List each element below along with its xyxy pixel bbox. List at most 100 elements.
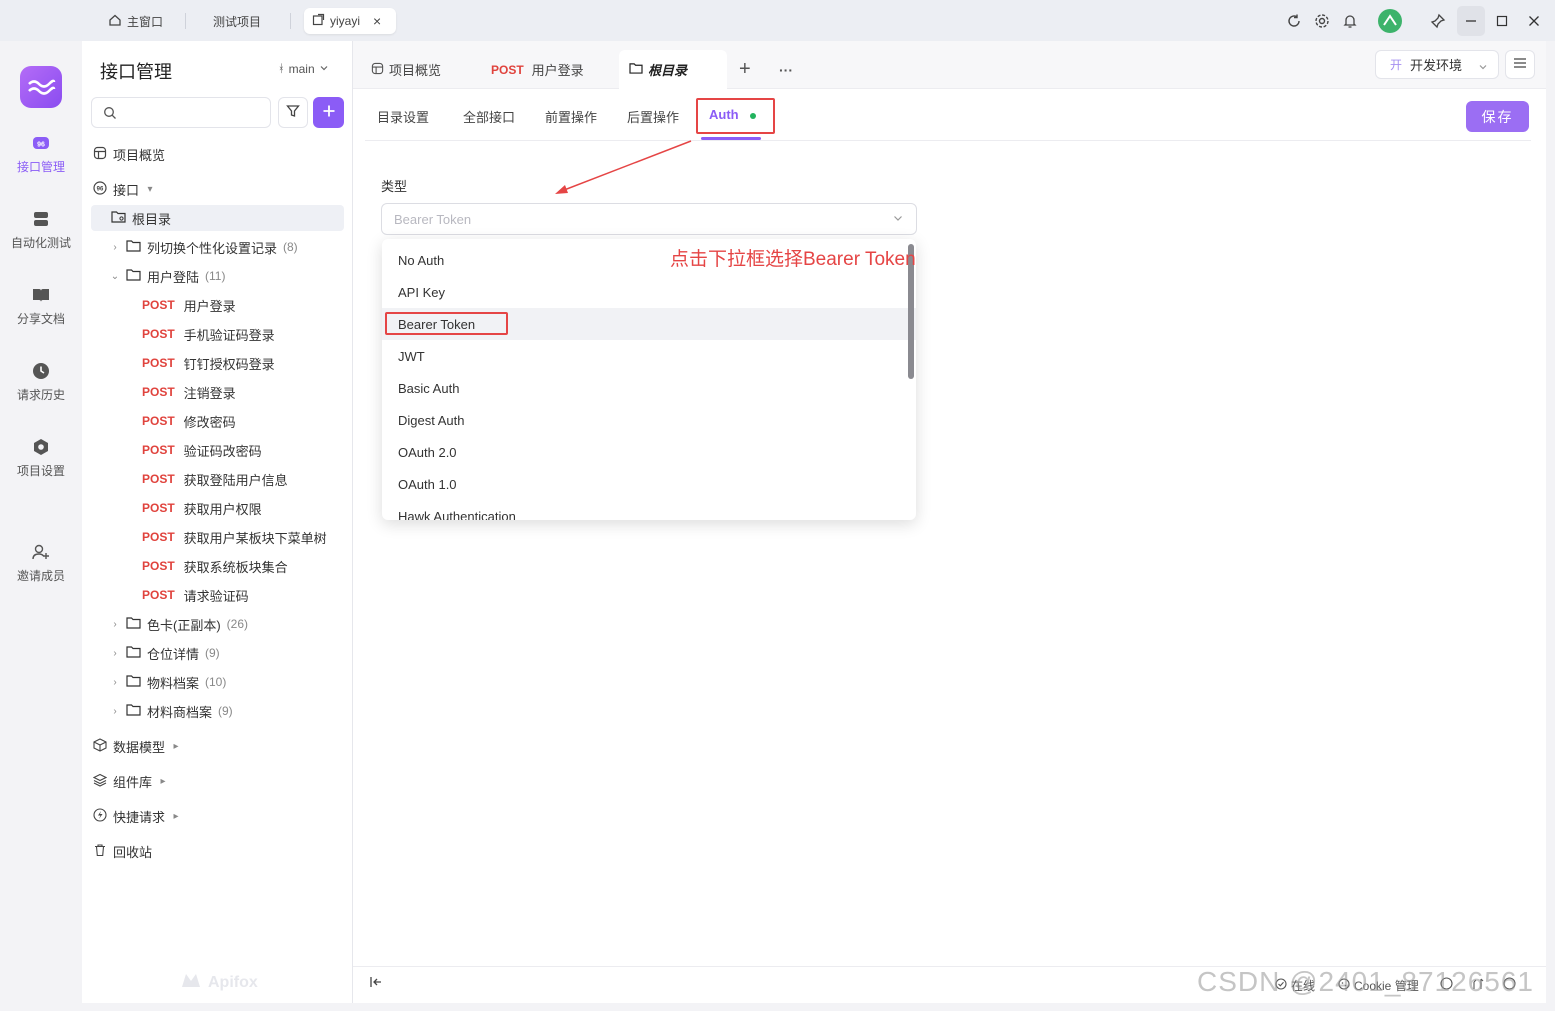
- save-button[interactable]: 保存: [1466, 101, 1529, 132]
- option-jwt[interactable]: JWT: [382, 340, 916, 372]
- folder-label: 列切换个性化设置记录: [147, 240, 278, 256]
- tab-label: 根目录: [648, 63, 688, 78]
- apifox-logo-icon: [20, 66, 62, 108]
- tab-label: 项目概览: [389, 63, 442, 78]
- divider: [365, 140, 1531, 141]
- pin-icon[interactable]: [1428, 11, 1448, 31]
- menu-button[interactable]: [1505, 50, 1535, 79]
- endpoint-item[interactable]: POST 用户登录: [142, 292, 236, 318]
- option-api-key[interactable]: API Key: [382, 276, 916, 308]
- tree-item-project-overview[interactable]: 项目概览: [93, 141, 165, 167]
- endpoint-label: 钉钉授权码登录: [183, 356, 275, 372]
- rail-item-share-docs[interactable]: 分享文档: [0, 285, 82, 327]
- endpoint-item[interactable]: POST 验证码改密码: [142, 437, 262, 463]
- endpoint-item[interactable]: POST 注销登录: [142, 379, 236, 405]
- option-digest-auth[interactable]: Digest Auth: [382, 404, 916, 436]
- endpoint-item[interactable]: POST 获取系统板块集合: [142, 553, 288, 579]
- subtab-dir-settings[interactable]: 目录设置: [377, 107, 429, 126]
- tree-label: 根目录: [132, 211, 172, 227]
- rail-label: 请求历史: [16, 388, 65, 402]
- tree-folder[interactable]: › 材料商档案 (9): [110, 698, 232, 724]
- sidebar-title: 接口管理: [100, 62, 172, 82]
- endpoint-item[interactable]: POST 获取用户某板块下菜单树: [142, 524, 327, 550]
- more-tabs-button[interactable]: ···: [769, 50, 803, 89]
- avatar[interactable]: [1378, 9, 1402, 33]
- collapse-sidebar-icon[interactable]: [369, 975, 383, 989]
- option-oauth2[interactable]: OAuth 2.0: [382, 436, 916, 468]
- select-placeholder: Bearer Token: [394, 211, 472, 227]
- tree-section-trash[interactable]: 回收站: [93, 838, 152, 864]
- tree-section-quick-request[interactable]: 快捷请求 ▸: [93, 803, 181, 829]
- auth-type-select[interactable]: Bearer Token: [381, 203, 917, 235]
- tree-item-root[interactable]: 根目录: [91, 205, 344, 231]
- trash-icon: [93, 843, 107, 860]
- option-hawk-auth[interactable]: Hawk Authentication: [382, 500, 916, 521]
- filter-button[interactable]: [278, 97, 308, 128]
- subtab-post-actions[interactable]: 后置操作: [627, 107, 679, 126]
- folder-icon: [111, 210, 126, 226]
- apifox-brand: Apifox: [180, 971, 258, 994]
- tree-label: 项目概览: [113, 147, 166, 163]
- rail-item-automation[interactable]: 自动化测试: [0, 209, 82, 251]
- method-badge: POST: [491, 62, 524, 77]
- folder-count: (8): [283, 240, 298, 254]
- option-basic-auth[interactable]: Basic Auth: [382, 372, 916, 404]
- hamburger-icon: [1513, 57, 1527, 72]
- subtab-pre-actions[interactable]: 前置操作: [545, 107, 597, 126]
- subtab-all-apis[interactable]: 全部接口: [463, 107, 515, 126]
- rail-item-invite[interactable]: 邀请成员: [0, 542, 82, 584]
- annotation-highlight-box: [696, 98, 775, 134]
- tab-main-window[interactable]: 主窗口: [100, 8, 171, 34]
- window-close-icon[interactable]: [1524, 11, 1544, 31]
- rail-item-api-management[interactable]: 96 接口管理: [0, 133, 82, 175]
- svg-text:96: 96: [37, 142, 45, 149]
- chevron-down-icon: [892, 212, 904, 227]
- tab-yiyayi[interactable]: yiyayi ×: [304, 8, 396, 34]
- method-badge: POST: [142, 443, 175, 457]
- tab-root[interactable]: 根目录: [619, 50, 727, 89]
- branch-selector[interactable]: ᚼ main: [278, 62, 329, 76]
- folder-icon: [126, 268, 141, 284]
- refresh-icon[interactable]: [1284, 11, 1304, 31]
- environment-selector[interactable]: 开 开发环境: [1375, 50, 1499, 79]
- home-icon: [108, 13, 122, 30]
- search-input[interactable]: [91, 97, 271, 128]
- option-oauth1[interactable]: OAuth 1.0: [382, 468, 916, 500]
- divider: [185, 13, 186, 29]
- caret-down-icon: ▾: [147, 183, 153, 195]
- maximize-icon[interactable]: [1492, 11, 1512, 31]
- tab-user-login[interactable]: POST 用户登录: [481, 50, 594, 89]
- endpoint-item[interactable]: POST 钉钉授权码登录: [142, 350, 275, 376]
- tab-project-overview[interactable]: 项目概览: [361, 50, 451, 89]
- endpoint-item[interactable]: POST 修改密码: [142, 408, 236, 434]
- folder-icon: [126, 645, 141, 661]
- api-small-icon: 96: [93, 180, 107, 198]
- tab-label: 主窗口: [127, 14, 164, 29]
- endpoint-item[interactable]: POST 获取登陆用户信息: [142, 466, 288, 492]
- endpoint-item[interactable]: POST 获取用户权限: [142, 495, 262, 521]
- tree-folder[interactable]: › 物料档案 (10): [110, 669, 226, 695]
- tree-section-components[interactable]: 组件库 ▸: [92, 768, 168, 794]
- bell-icon[interactable]: [1340, 11, 1360, 31]
- endpoint-item[interactable]: POST 手机验证码登录: [142, 321, 275, 347]
- add-button[interactable]: [313, 97, 344, 128]
- minimize-icon[interactable]: [1457, 6, 1485, 36]
- gear-icon[interactable]: [1312, 11, 1332, 31]
- tree-folder[interactable]: › 仓位详情 (9): [110, 640, 219, 666]
- rail-item-settings[interactable]: 项目设置: [0, 437, 82, 479]
- cube-icon: [93, 737, 107, 755]
- endpoint-label: 请求验证码: [183, 588, 249, 604]
- tab-test-project[interactable]: 测试项目: [205, 8, 269, 34]
- tree-section-api[interactable]: 96 接口 ▾: [93, 176, 155, 202]
- tree-folder[interactable]: › 色卡(正副本) (26): [110, 611, 248, 637]
- add-tab-button[interactable]: +: [729, 50, 761, 89]
- tree-folder-expanded[interactable]: ⌄ 用户登陆 (11): [110, 263, 226, 289]
- env-label: 开发环境: [1410, 58, 1463, 73]
- close-icon[interactable]: ×: [373, 13, 381, 29]
- tree-folder[interactable]: › 列切换个性化设置记录 (8): [110, 234, 298, 260]
- rail-item-history[interactable]: 请求历史: [0, 361, 82, 403]
- plus-icon: [322, 101, 336, 124]
- tree-section-data-model[interactable]: 数据模型 ▸: [93, 733, 181, 759]
- tree-label: 组件库: [113, 774, 153, 790]
- endpoint-item[interactable]: POST 请求验证码: [142, 582, 249, 608]
